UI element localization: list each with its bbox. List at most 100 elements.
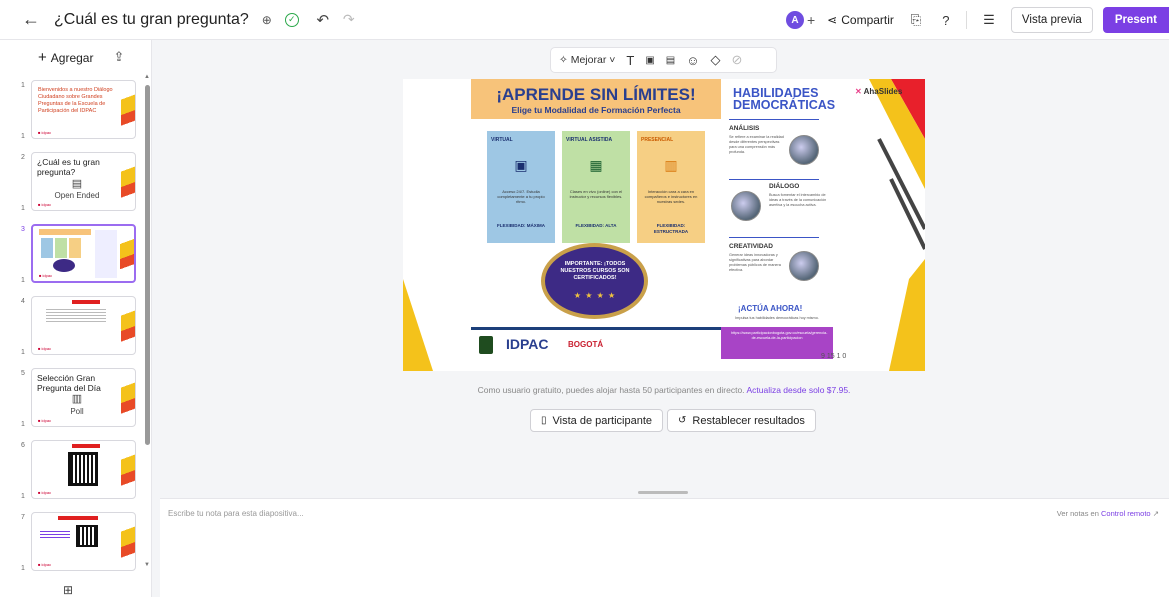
modality-text: Clases en vivo (online) con el instructo… (569, 189, 623, 199)
modality-presencial: PRESENCIAL ▥ Interacción cara a cara en … (637, 131, 705, 243)
slide-thumb-row: 1 1 Bienvenidos a nuestro Diálogo Ciudad… (0, 80, 140, 142)
modality-virtual: VIRTUAL ▣ Acceso 24/7. Estudia completam… (487, 131, 555, 243)
bogota-crest-icon (479, 336, 493, 354)
thumb-title-bar (72, 444, 100, 448)
slide-thumb-5[interactable]: Selección Gran Pregunta del Día ▥ Poll ■… (31, 368, 136, 427)
modality-title: VIRTUAL ASISTIDA (566, 137, 613, 143)
participant-view-label: Vista de participante (552, 414, 652, 427)
thumb-text-lines (46, 309, 106, 323)
modality-title: VIRTUAL (491, 137, 513, 143)
back-arrow-icon[interactable]: ← (22, 9, 40, 30)
section-text: Generar ideas innovadoras y significativ… (729, 253, 781, 272)
slide-sub-number: 1 (21, 565, 25, 571)
modality-flex: FLEXIBIDAD: ALTA (575, 223, 617, 228)
thumb-box (41, 238, 53, 258)
text-icon[interactable]: T (626, 53, 634, 68)
divider (965, 11, 967, 29)
redo-icon[interactable]: ↷ (341, 11, 357, 28)
slide-thumb-row: 2 1 ¿Cuál es tu gran pregunta? ▤ Open En… (0, 152, 140, 214)
notes-resize-handle[interactable] (638, 491, 688, 494)
share-label: Compartir (841, 13, 894, 27)
reset-results-label: Restablecer resultados (692, 414, 805, 427)
habilidades-title: HABILIDADES DEMOCRÁTICAS (733, 86, 836, 112)
reaction-counts: 9 15 1 0 (821, 353, 847, 360)
presentation-title[interactable]: ¿Cuál es tu gran pregunta? (54, 11, 249, 29)
sidebar-scrollbar[interactable] (145, 85, 150, 445)
add-label: Agregar (50, 50, 94, 65)
slide-thumb-text: Selección Gran Pregunta del Día (37, 373, 101, 393)
slide-decoration (121, 513, 135, 570)
grid-view-icon[interactable]: ⊞ (63, 583, 73, 597)
upgrade-link[interactable]: Actualiza desde solo $7.95. (746, 385, 850, 395)
top-bar: ← ¿Cuál es tu gran pregunta? ⊕ ✓ ↶ ↷ A +… (0, 0, 1169, 40)
share-icon: ⋖ (827, 13, 838, 27)
download-icon[interactable]: ⎘ (908, 12, 924, 28)
monitor-icon: ▣ (514, 157, 528, 173)
phone-icon: ▯ (541, 415, 547, 426)
link-icon[interactable]: ⊘ (732, 52, 743, 68)
course-poster: ¡APRENDE SIN LÍMITES! Elige tu Modalidad… (471, 79, 721, 371)
slide-actions: ▯ Vista de participante ↺ Restablecer re… (530, 409, 820, 432)
reset-results-button[interactable]: ↺ Restablecer resultados (667, 409, 816, 432)
share-button[interactable]: ⋖ Compartir (827, 13, 894, 27)
participant-view-button[interactable]: ▯ Vista de participante (530, 409, 663, 432)
slide-decoration-right (869, 79, 925, 371)
globe-icon[interactable]: ⊕ (259, 12, 275, 28)
undo-icon[interactable]: ↶ (315, 12, 331, 29)
slide-thumb-2[interactable]: ¿Cuál es tu gran pregunta? ▤ Open Ended … (31, 152, 136, 211)
image-icon[interactable]: ▣ (645, 55, 654, 66)
ahaslides-logo: ✕ AhaSlides (855, 87, 903, 96)
actua-subtext: Impulsa tus habilidades democráticas hoy… (735, 316, 819, 320)
slide-sub-number: 1 (21, 421, 25, 428)
slide-thumb-3[interactable]: ■ idpac (31, 224, 136, 283)
shapes-icon[interactable]: ◇ (711, 52, 721, 68)
remote-notes-hint: Ver notas en Control remoto ↗ (1057, 509, 1159, 518)
building-icon: ▥ (664, 157, 678, 173)
slide-sub-number: 1 (21, 349, 25, 356)
slide-canvas[interactable]: ¡APRENDE SIN LÍMITES! Elige tu Modalidad… (403, 79, 925, 371)
slide-number: 1 (21, 82, 25, 89)
modality-text: Acceso 24/7. Estudia completamente a tu … (497, 189, 545, 204)
link-text: https://www.participacionbogota.gov.co/e… (731, 331, 828, 340)
qr-code-icon (76, 525, 98, 547)
slide-decoration (121, 369, 135, 426)
present-button[interactable]: Present (1102, 7, 1169, 33)
idpac-logo: IDPAC (506, 336, 549, 352)
gif-icon[interactable]: ▤ (666, 55, 675, 66)
scroll-up-icon[interactable]: ▲ (144, 74, 150, 80)
slide-type: Poll (70, 407, 84, 416)
notifications-icon[interactable]: ☰ (981, 12, 997, 28)
slide-logo: ■ idpac (38, 346, 52, 351)
emoji-icon[interactable]: ☺ (686, 53, 699, 68)
add-collaborator-icon[interactable]: + (807, 12, 815, 28)
scroll-down-icon[interactable]: ▼ (144, 562, 150, 568)
slide-number: 3 (21, 226, 25, 233)
notes-input[interactable]: Escribe tu nota para esta diapositiva... (168, 509, 304, 518)
help-icon[interactable]: ? (938, 13, 954, 28)
thumb-badge (53, 259, 75, 272)
modality-flex: FLEXIBIDAD: MÁXIMA (497, 223, 545, 228)
preview-button[interactable]: Vista previa (1010, 7, 1093, 33)
slide-thumbnails: 1 1 Bienvenidos a nuestro Diálogo Ciudad… (0, 76, 152, 571)
slide-number: 4 (21, 298, 25, 305)
slide-sub-number: 1 (21, 133, 25, 140)
upload-icon[interactable]: ⇪ (113, 49, 124, 65)
slide-sub-number: 1 (21, 277, 25, 284)
slide-thumb-6[interactable]: ■ idpac (31, 440, 136, 499)
slide-thumb-4[interactable]: ■ idpac (31, 296, 136, 355)
slide-number: 2 (21, 154, 25, 161)
modality-flex: FLEXIBIDAD: ESTRUCTRADA (653, 223, 689, 234)
thumb-title-bar (58, 516, 98, 520)
modality-virtual-asistida: VIRTUAL ASISTIDA ▦ Clases en vivo (onlin… (562, 131, 630, 243)
add-slide-button[interactable]: + Agregar (38, 49, 93, 66)
slide-thumb-7[interactable]: ■ idpac (31, 512, 136, 571)
avatar[interactable]: A (785, 11, 804, 29)
remote-control-link[interactable]: Control remoto (1101, 509, 1151, 518)
notes-panel[interactable]: Escribe tu nota para esta diapositiva...… (160, 498, 1169, 597)
slide-thumb-text: ¿Cuál es tu gran pregunta? (37, 157, 100, 177)
slide-logo: ■ idpac (38, 130, 52, 135)
poster-header: ¡APRENDE SIN LÍMITES! Elige tu Modalidad… (471, 79, 721, 119)
improve-dropdown[interactable]: ✧ Mejorar ˅ (559, 54, 615, 66)
slide-thumb-1[interactable]: Bienvenidos a nuestro Diálogo Ciudadano … (31, 80, 136, 139)
analysis-image (789, 135, 819, 165)
